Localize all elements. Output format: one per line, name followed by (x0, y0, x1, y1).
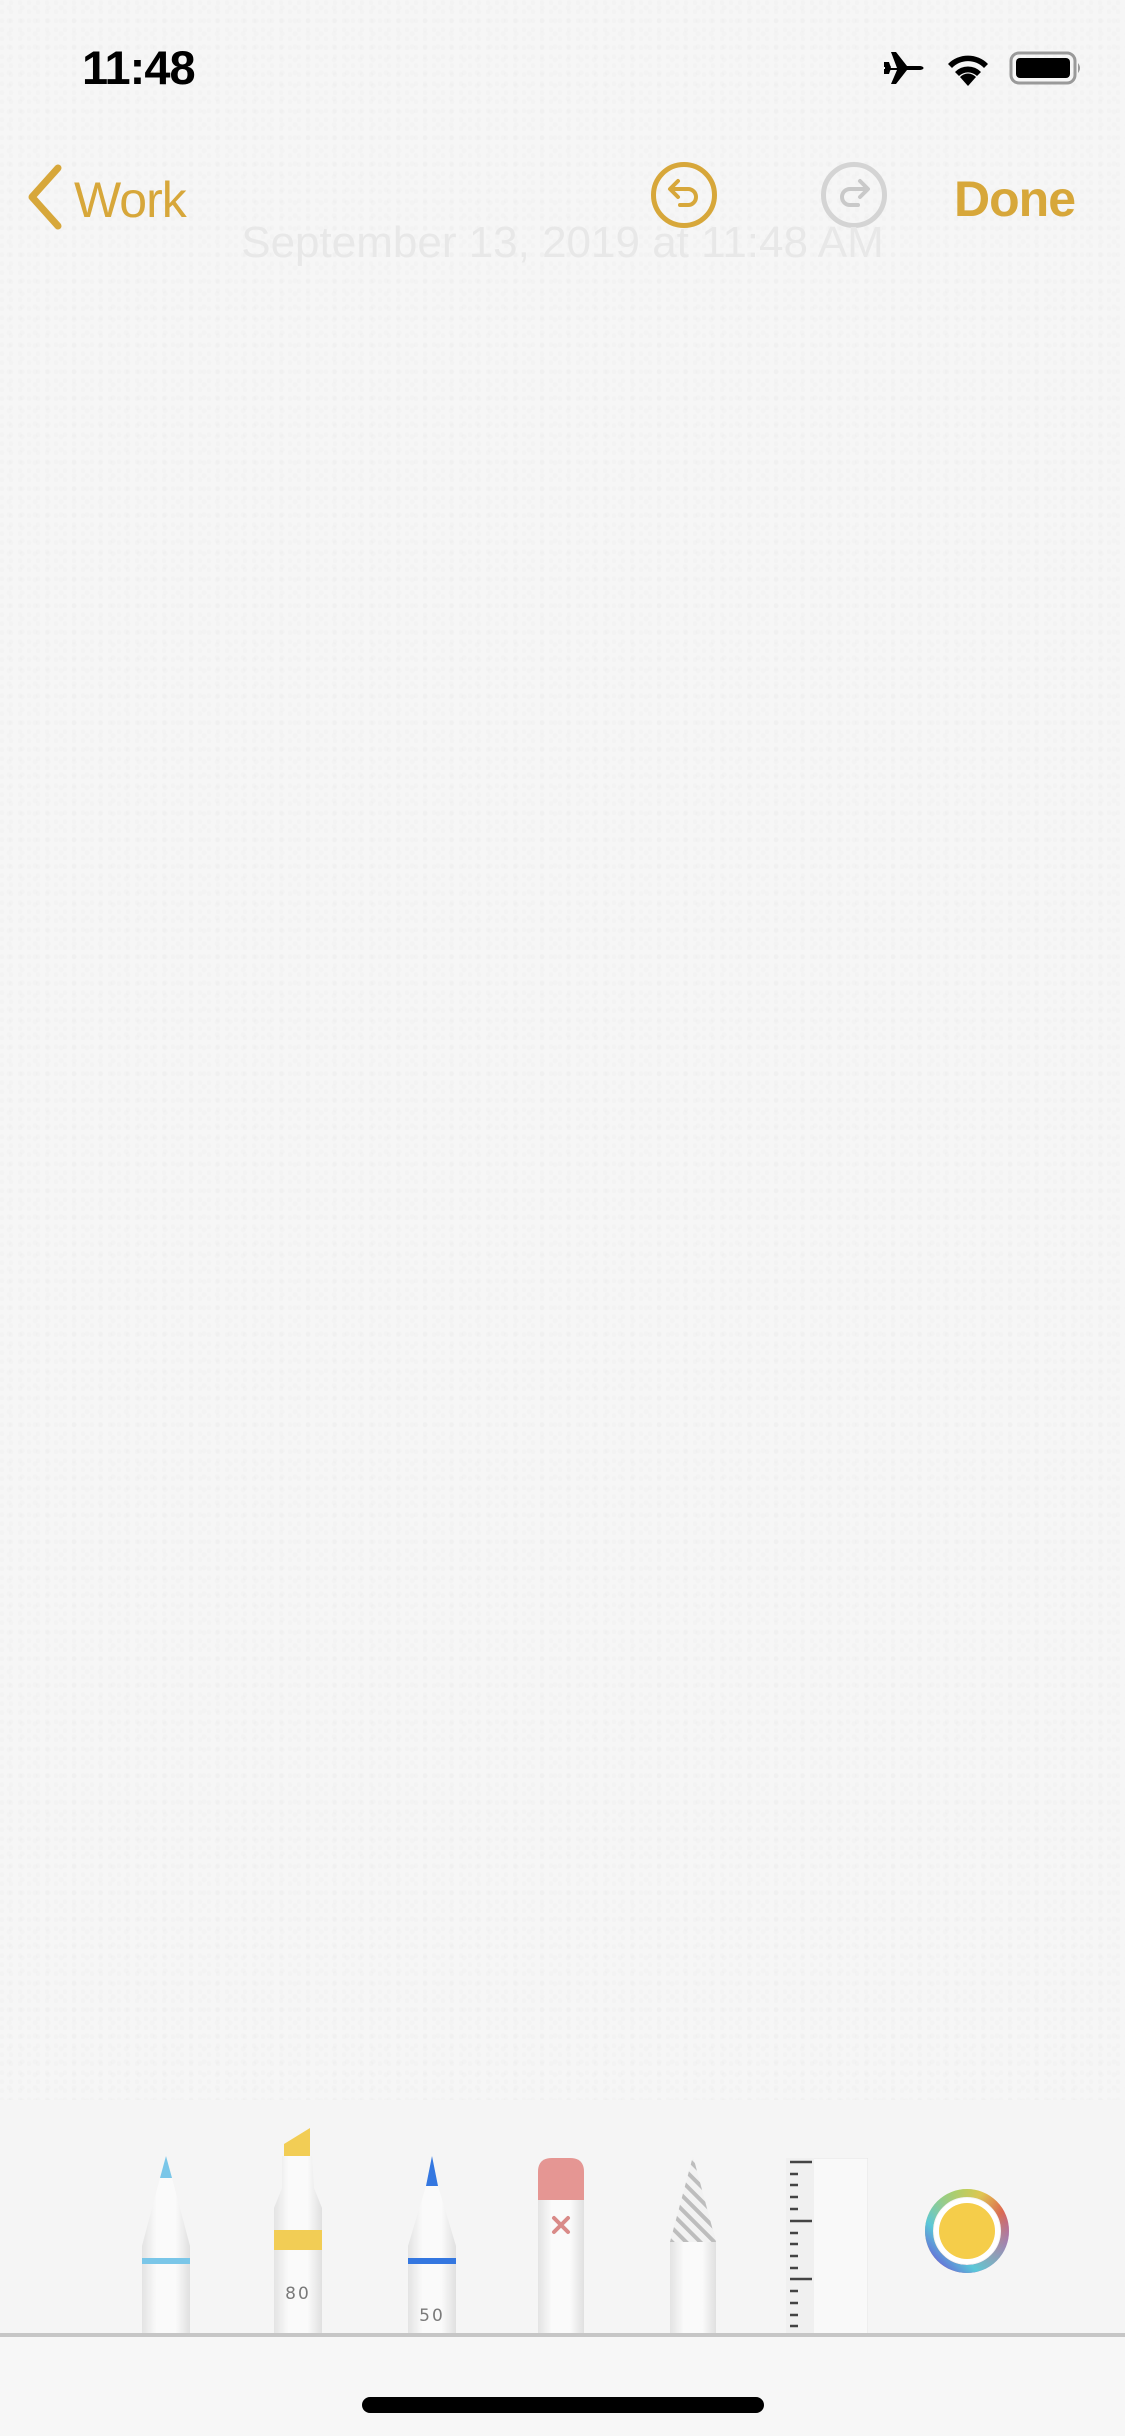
marker-tool[interactable]: 80 (270, 2128, 326, 2336)
tool-palette: 80 50 (0, 2100, 1125, 2336)
home-area (0, 2337, 1125, 2436)
color-picker-button[interactable] (924, 2188, 1010, 2274)
status-time: 11:48 (82, 41, 196, 94)
home-indicator[interactable] (362, 2397, 764, 2413)
marker-icon (274, 2128, 322, 2336)
ruler-icon (786, 2158, 868, 2336)
pen-icon (142, 2156, 190, 2336)
airplane-mode-icon (883, 48, 927, 93)
current-color-swatch (939, 2203, 995, 2259)
pencil-opacity-label: 50 (419, 2306, 445, 2326)
drawing-canvas[interactable] (0, 290, 1125, 2080)
note-date: September 13, 2019 at 11:48 AM (241, 218, 884, 267)
ruler-tool[interactable] (786, 2158, 868, 2336)
pen-tool[interactable] (138, 2156, 194, 2336)
status-icons (883, 48, 1083, 93)
status-bar: 11:48 (0, 0, 1125, 132)
marker-opacity-label: 80 (285, 2284, 311, 2304)
lasso-tool[interactable] (668, 2156, 718, 2336)
eraser-tool[interactable] (536, 2158, 586, 2336)
wifi-icon (945, 50, 991, 91)
redo-icon (836, 175, 872, 216)
eraser-icon (538, 2158, 584, 2336)
lasso-icon (670, 2156, 716, 2336)
battery-icon (1009, 50, 1083, 91)
color-wheel-icon (925, 2189, 1009, 2273)
undo-icon (666, 175, 702, 216)
pencil-tool[interactable]: 50 (404, 2156, 460, 2336)
